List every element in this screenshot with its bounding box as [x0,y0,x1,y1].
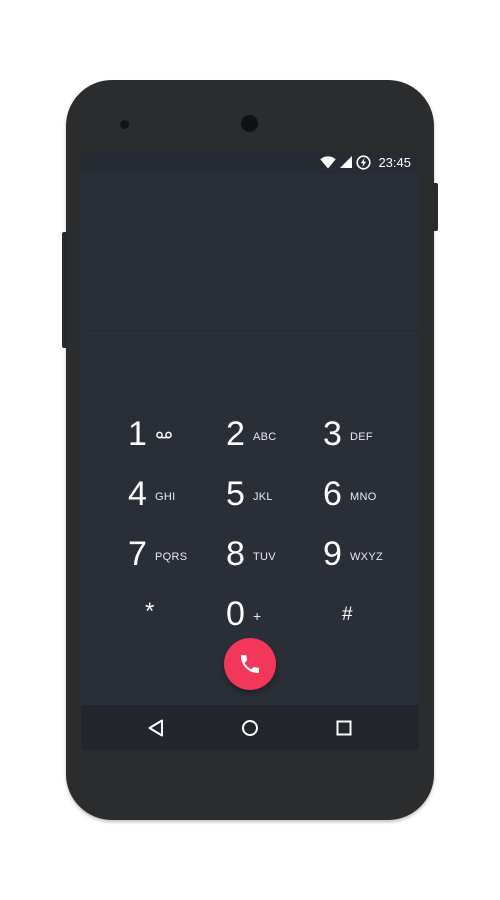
dialpad-key-9[interactable]: 9 WXYZ [321,529,411,581]
dialpad-key-8[interactable]: 8 TUV [224,529,314,581]
back-icon [143,715,169,741]
key-digit: 8 [226,535,245,573]
key-digit: 1 [128,415,147,453]
status-icons: 23:45 [320,153,411,171]
key-digit: 9 [323,535,342,573]
key-digit: * [145,598,155,625]
battery-charging-icon [356,154,372,170]
proximity-sensor [120,120,129,129]
key-letters: GHI [155,491,176,503]
status-bar: 23:45 [81,150,419,174]
key-digit: 2 [226,415,245,453]
recents-button[interactable] [331,715,357,741]
wifi-icon [320,155,337,169]
key-digit: 0 [226,595,245,633]
phone-screen: 23:45 1 2 ABC 3 DEF 4 GHI 5 JKL 6 MNO 7 … [81,150,419,750]
key-digit: 5 [226,475,245,513]
key-digit: 6 [323,475,342,513]
front-camera [241,115,258,132]
dialed-number-display [81,174,419,331]
dialpad-key-5[interactable]: 5 JKL [224,469,314,521]
status-time: 23:45 [378,154,411,170]
key-letters: JKL [253,491,273,503]
voicemail-icon [156,426,172,444]
recents-icon [331,715,357,741]
key-digit: # [342,604,353,625]
key-letters: DEF [350,431,373,443]
cell-signal-icon [340,156,353,168]
dialpad-key-4[interactable]: 4 GHI [126,469,216,521]
back-button[interactable] [143,715,169,741]
home-icon [237,715,263,741]
call-button[interactable] [224,638,276,690]
navigation-bar [81,705,419,750]
key-digit: 3 [323,415,342,453]
key-digit: 7 [128,535,147,573]
dialpad-key-7[interactable]: 7 PQRS [126,529,216,581]
dialpad-key-2[interactable]: 2 ABC [224,409,314,461]
dialpad-key-star[interactable]: * [126,589,216,641]
dialpad-key-6[interactable]: 6 MNO [321,469,411,521]
key-letters: + [253,608,262,624]
key-letters: WXYZ [350,551,383,563]
dialpad-key-1[interactable]: 1 [126,409,216,461]
key-letters: ABC [253,431,277,443]
key-letters: PQRS [155,551,188,563]
key-letters: TUV [253,551,276,563]
dialpad-key-0[interactable]: 0 + [224,589,314,641]
key-digit: 4 [128,475,147,513]
home-button[interactable] [237,715,263,741]
dialpad-key-3[interactable]: 3 DEF [321,409,411,461]
dialpad-key-hash[interactable]: # [321,589,411,641]
key-letters: MNO [350,491,377,503]
